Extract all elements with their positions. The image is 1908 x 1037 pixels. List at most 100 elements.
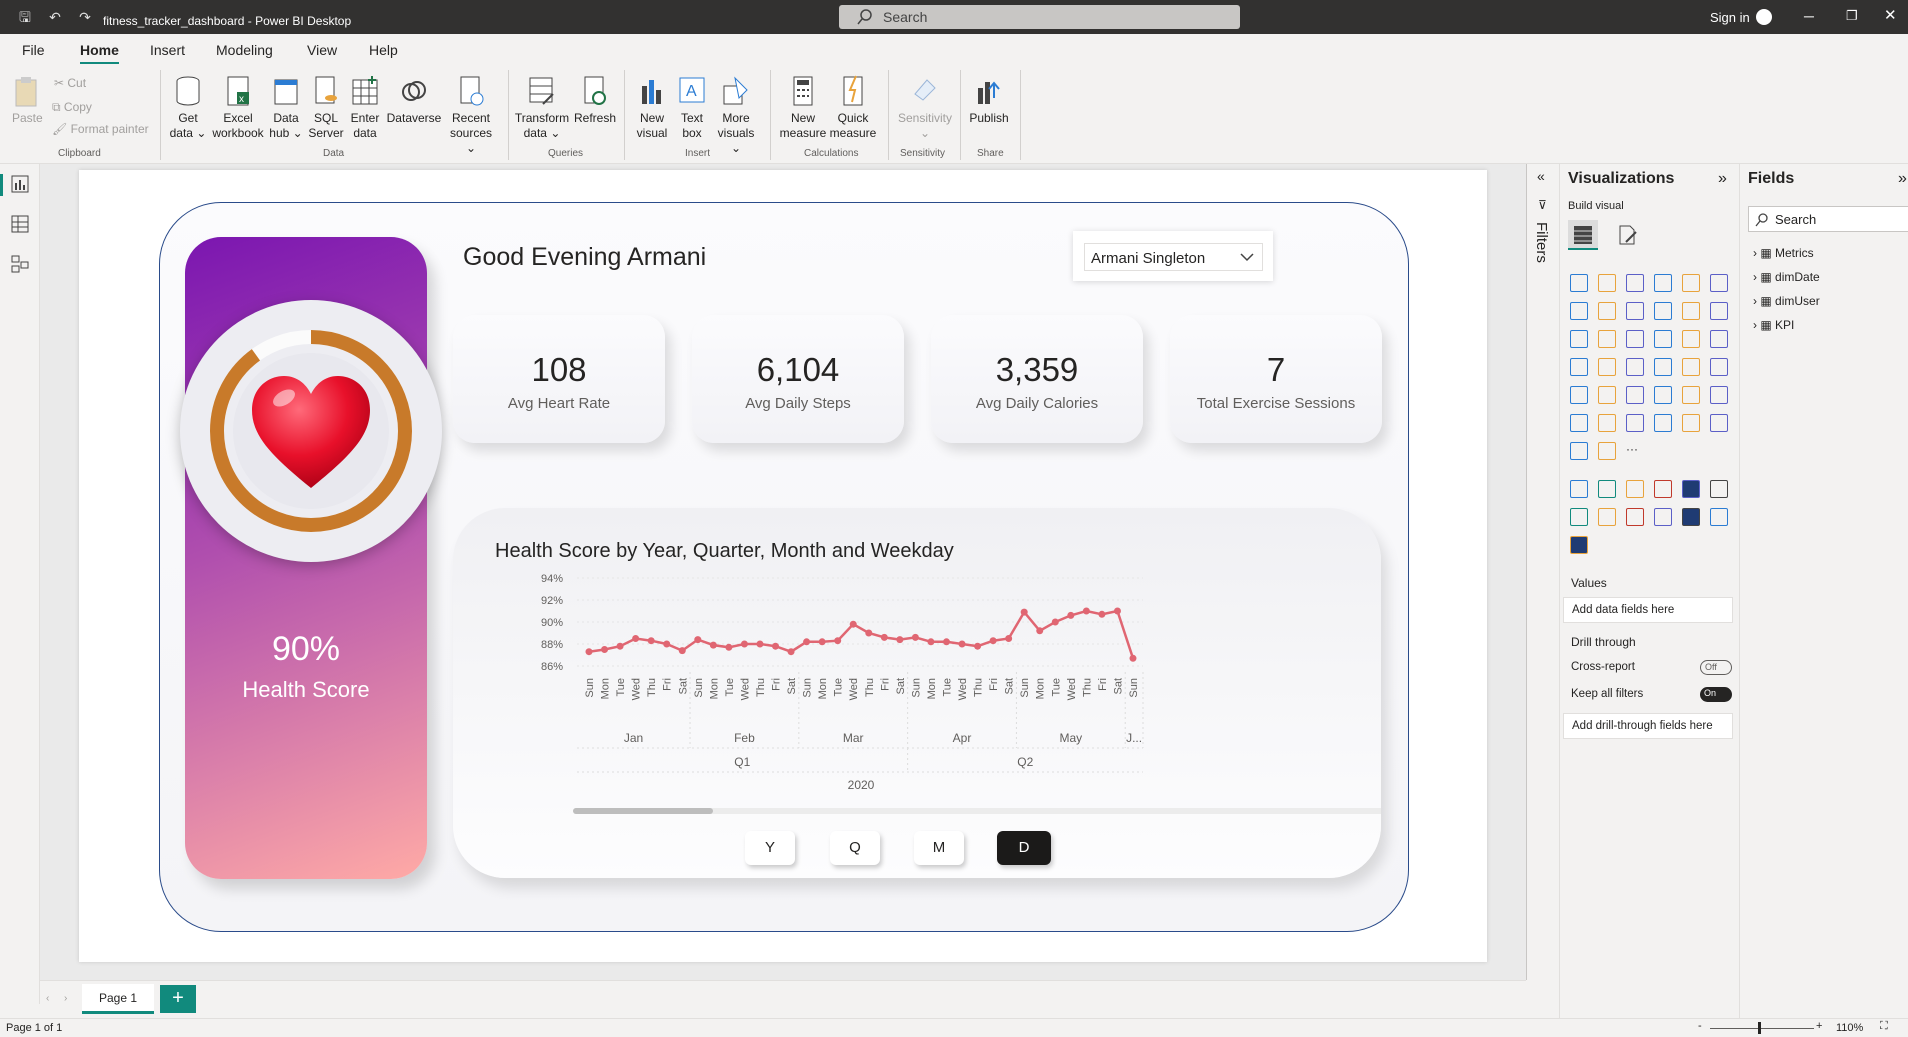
zoom-out-icon[interactable]: -: [1698, 1020, 1702, 1032]
collapse-fields-icon[interactable]: »: [1898, 170, 1907, 188]
new-measure-button[interactable]: New measure: [778, 74, 828, 141]
custom-visual-icon[interactable]: [1598, 508, 1616, 526]
custom-visual-icon[interactable]: [1626, 508, 1644, 526]
custom-visual-icon[interactable]: [1570, 508, 1588, 526]
stacked-area-icon[interactable]: [1626, 302, 1644, 320]
power-automate-icon[interactable]: [1570, 442, 1588, 460]
copy-button[interactable]: ⧉ Copy: [52, 100, 92, 115]
power-apps-icon[interactable]: [1710, 414, 1728, 432]
custom-visual-icon[interactable]: [1654, 480, 1672, 498]
metrics-icon[interactable]: [1682, 414, 1700, 432]
custom-visual-icon[interactable]: [1710, 480, 1728, 498]
data-hub-button[interactable]: Data hub ⌄: [268, 74, 304, 141]
zoom-slider[interactable]: [1710, 1028, 1814, 1029]
custom-visual-icon[interactable]: [1626, 480, 1644, 498]
ribbon-icon[interactable]: [1710, 302, 1728, 320]
format-visual-tab[interactable]: [1612, 220, 1642, 250]
clustered-bar-icon[interactable]: [1626, 274, 1644, 292]
waterfall-icon[interactable]: [1570, 330, 1588, 348]
gauge-icon[interactable]: [1626, 358, 1644, 376]
field-table-dimdate[interactable]: › ▦ dimDate: [1753, 270, 1820, 284]
report-view-icon[interactable]: [10, 174, 30, 194]
expand-pane-icon[interactable]: »: [1718, 170, 1727, 188]
decomposition-tree-icon[interactable]: [1570, 414, 1588, 432]
search-icon[interactable]: ···: [1626, 442, 1644, 460]
donut-icon[interactable]: [1682, 330, 1700, 348]
recent-sources-button[interactable]: Recent sources ⌄: [446, 74, 496, 156]
tab-help[interactable]: Help: [369, 42, 398, 58]
excel-workbook-button[interactable]: x Excel workbook: [210, 74, 266, 141]
stacked-column-icon[interactable]: [1598, 274, 1616, 292]
period-button-year[interactable]: Y: [745, 831, 795, 865]
drill-through-well[interactable]: Add drill-through fields here: [1563, 713, 1733, 739]
refresh-button[interactable]: Refresh: [572, 74, 618, 126]
custom-visual-icon[interactable]: [1682, 508, 1700, 526]
custom-visual-icon[interactable]: [1654, 508, 1672, 526]
multi-row-card-icon[interactable]: [1682, 358, 1700, 376]
pie-icon[interactable]: [1654, 330, 1672, 348]
kpi-card-exercise-sessions[interactable]: 7 Total Exercise Sessions: [1170, 315, 1382, 443]
dataverse-button[interactable]: Dataverse: [386, 74, 442, 126]
map-icon[interactable]: [1570, 358, 1588, 376]
field-table-kpi[interactable]: › ▦ KPI: [1753, 318, 1794, 332]
cross-report-toggle[interactable]: Off: [1700, 660, 1732, 675]
more-visuals-button[interactable]: More visuals ⌄: [714, 74, 758, 156]
qa-icon[interactable]: [1598, 414, 1616, 432]
treemap-icon[interactable]: [1710, 330, 1728, 348]
collapse-filters-icon[interactable]: «: [1537, 168, 1545, 184]
next-page-icon[interactable]: ›: [64, 993, 67, 1004]
filters-pane[interactable]: « ⊽ Filters: [1526, 164, 1559, 980]
line-icon[interactable]: [1570, 302, 1588, 320]
area-icon[interactable]: [1598, 302, 1616, 320]
kpi-card-daily-calories[interactable]: 3,359 Avg Daily Calories: [931, 315, 1143, 443]
funnel-icon[interactable]: [1598, 330, 1616, 348]
tab-home[interactable]: Home: [80, 42, 119, 65]
card-icon[interactable]: [1654, 358, 1672, 376]
clustered-column-icon[interactable]: [1654, 274, 1672, 292]
text-box-button[interactable]: A Text box: [674, 74, 710, 141]
fit-to-page-icon[interactable]: ⛶: [1880, 1020, 1888, 1033]
model-view-icon[interactable]: [10, 254, 30, 274]
table-icon[interactable]: [1598, 386, 1616, 404]
slicer-icon[interactable]: [1570, 386, 1588, 404]
paste-button[interactable]: Paste: [12, 74, 43, 126]
period-button-quarter[interactable]: Q: [830, 831, 880, 865]
restore-icon[interactable]: ❐: [1846, 8, 1858, 24]
paginated-icon[interactable]: [1654, 414, 1672, 432]
custom-visual-icon[interactable]: [1570, 536, 1588, 554]
sensitivity-button[interactable]: Sensitivity ⌄: [894, 74, 956, 141]
new-visual-button[interactable]: New visual: [632, 74, 672, 141]
matrix-icon[interactable]: [1626, 386, 1644, 404]
publish-button[interactable]: Publish: [966, 74, 1012, 126]
field-table-metrics[interactable]: › ▦ Metrics: [1753, 246, 1814, 260]
100pct-column-icon[interactable]: [1710, 274, 1728, 292]
zoom-in-icon[interactable]: +: [1816, 1020, 1822, 1032]
period-button-day[interactable]: D: [997, 831, 1051, 865]
user-dropdown[interactable]: Armani Singleton: [1084, 243, 1263, 271]
quick-measure-button[interactable]: Quick measure: [828, 74, 878, 141]
field-table-dimuser[interactable]: › ▦ dimUser: [1753, 294, 1820, 308]
sign-in-link[interactable]: Sign in: [1710, 10, 1750, 25]
line-column-2-icon[interactable]: [1682, 302, 1700, 320]
fields-search-input[interactable]: Search: [1748, 206, 1908, 232]
build-visual-tab[interactable]: [1568, 220, 1598, 250]
enter-data-button[interactable]: Enter data: [348, 74, 382, 141]
add-page-button[interactable]: +: [160, 985, 196, 1013]
line-column-icon[interactable]: [1654, 302, 1672, 320]
values-well[interactable]: Add data fields here: [1563, 597, 1733, 623]
save-icon[interactable]: 🖫: [16, 8, 34, 26]
health-score-line-chart[interactable]: 94%92%90%88%86%Sun Mon Tue Wed Thu Fri Sat Sun M…: [453, 560, 1381, 822]
python-visual-icon[interactable]: [1682, 386, 1700, 404]
kpi-card-heart-rate[interactable]: 108 Avg Heart Rate: [453, 315, 665, 443]
custom-visual-icon[interactable]: [1682, 480, 1700, 498]
undo-icon[interactable]: ↶: [46, 8, 64, 26]
avatar[interactable]: [1756, 9, 1772, 25]
cut-button[interactable]: ✂ Cut: [54, 76, 86, 90]
custom-visual-icon[interactable]: [1710, 508, 1728, 526]
prev-page-icon[interactable]: ‹: [46, 993, 49, 1004]
100pct-bar-icon[interactable]: [1682, 274, 1700, 292]
r-visual-icon[interactable]: [1654, 386, 1672, 404]
kpi-card-daily-steps[interactable]: 6,104 Avg Daily Steps: [692, 315, 904, 443]
tab-file[interactable]: File: [22, 42, 45, 58]
minimize-icon[interactable]: ─: [1804, 8, 1814, 24]
